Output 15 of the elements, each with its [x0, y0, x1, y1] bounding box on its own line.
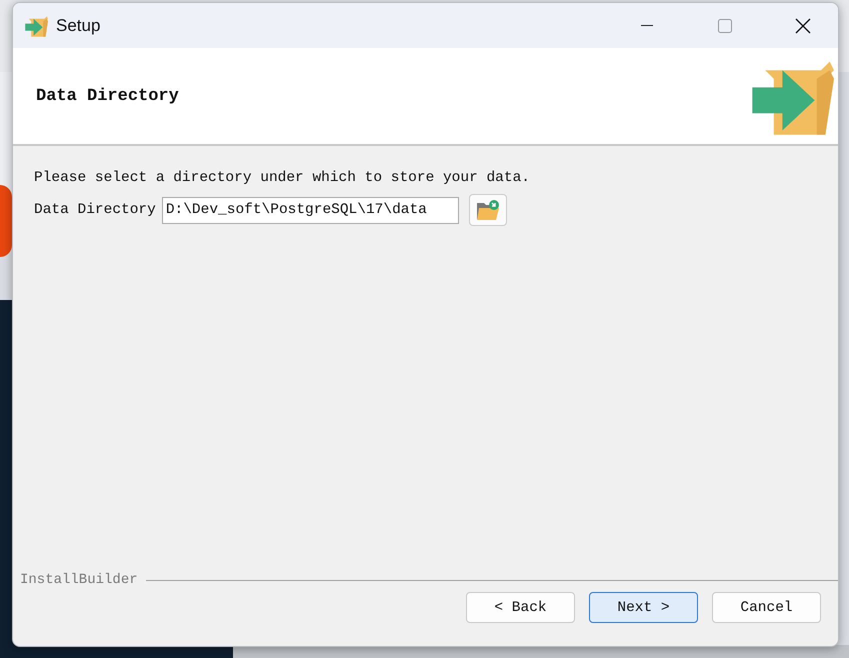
- browse-button[interactable]: [468, 194, 507, 226]
- dialog-button[interactable]: Cancel: [712, 592, 821, 623]
- folder-icon: [476, 199, 500, 221]
- instruction-text: Please select a directory under which to store your data.: [34, 170, 531, 186]
- maximize-icon: [718, 18, 732, 32]
- app-icon: [24, 14, 48, 38]
- field-label: Data Directory: [34, 202, 156, 218]
- close-icon: [795, 18, 811, 34]
- brand-label: InstallBuilder: [20, 572, 138, 588]
- page-title: Data Directory: [36, 86, 179, 106]
- minimize-icon: [641, 24, 653, 26]
- dialog-button[interactable]: Next >: [589, 592, 698, 623]
- window-title: Setup: [56, 16, 102, 36]
- dialog-button[interactable]: < Back: [466, 592, 575, 623]
- directory-field[interactable]: D:\Dev_soft\PostgreSQL\17\data: [162, 196, 459, 224]
